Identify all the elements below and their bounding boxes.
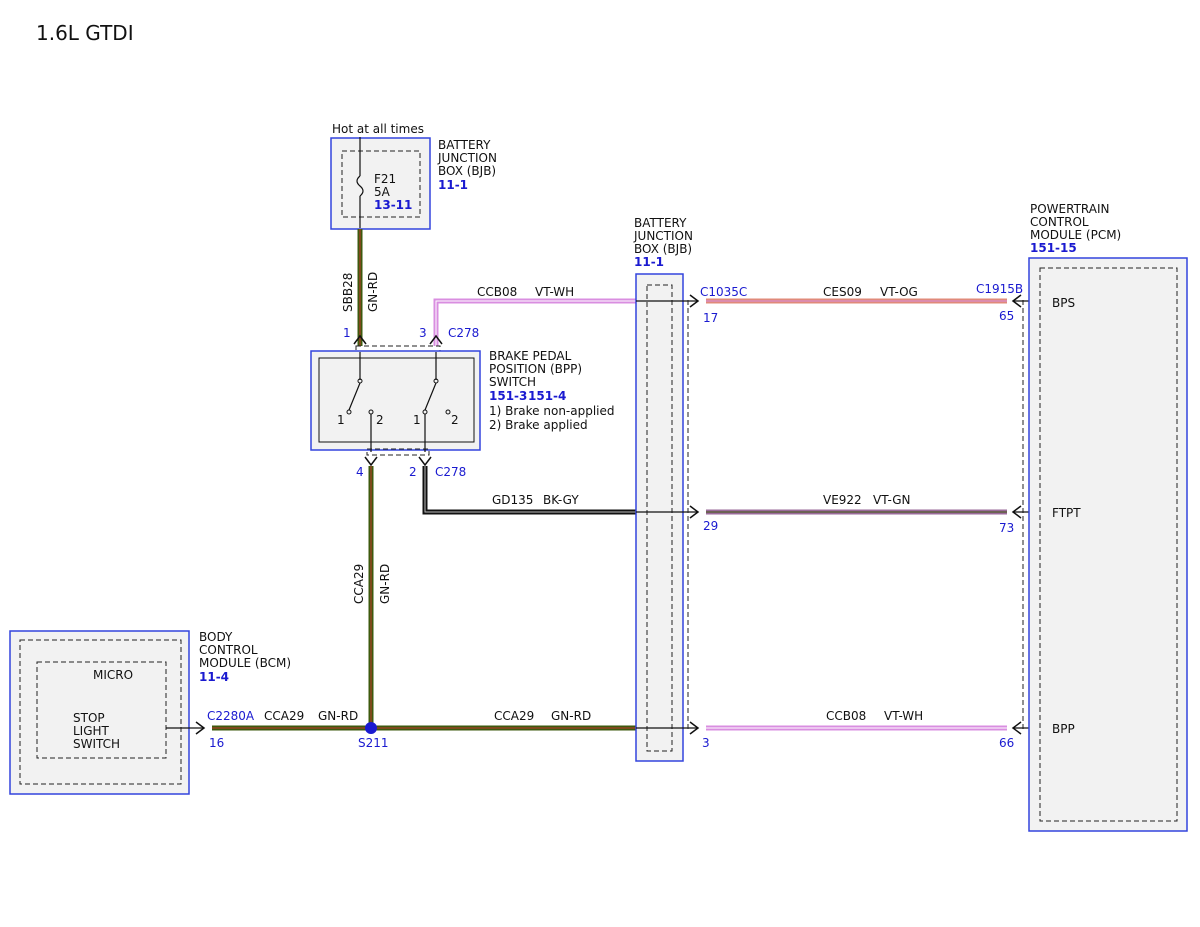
- pin-1-top: 1: [343, 326, 351, 340]
- bpp-ref-a-link[interactable]: 151-3: [489, 389, 527, 403]
- wire-ces09-color: VT-OG: [880, 285, 918, 299]
- pin-3-mid: 3: [702, 736, 710, 750]
- wire-sbb28-color: GN-RD: [366, 272, 380, 312]
- pcm-name-3: MODULE (PCM): [1030, 228, 1121, 242]
- bcm-switch-line-1: STOP: [73, 711, 105, 725]
- pin-17: 17: [703, 311, 718, 325]
- pin-73: 73: [999, 521, 1014, 535]
- wire-ve922-circuit: VE922: [823, 493, 862, 507]
- bjb-mid-name-3: BOX (BJB): [634, 242, 692, 256]
- wire-cca29-vertical-circuit: CCA29: [352, 564, 366, 604]
- bpp-note-1: 1) Brake non-applied: [489, 404, 615, 418]
- wire-cca29-left-circuit: CCA29: [264, 709, 304, 723]
- bjb-mid-box: [635, 273, 684, 762]
- bjb-top-ref-link[interactable]: 11-1: [438, 178, 468, 192]
- bpp-ref-b-link[interactable]: 151-4: [528, 389, 566, 403]
- wire-sbb28-circuit: SBB28: [341, 273, 355, 312]
- bjb-top-name-1: BATTERY: [438, 138, 491, 152]
- pcm-box: [1028, 257, 1188, 832]
- connector-c1035c-label: C1035C: [700, 285, 747, 299]
- wire-ccb08-bottom-color: VT-WH: [884, 709, 923, 723]
- pin-16: 16: [209, 736, 224, 750]
- pcm-signal-ftpt: FTPT: [1052, 506, 1081, 520]
- pin-3-top: 3: [419, 326, 427, 340]
- bjb-mid-name-2: JUNCTION: [633, 229, 693, 243]
- bcm-name-2: CONTROL: [199, 643, 258, 657]
- wire-gd135-color: BK-GY: [543, 493, 579, 507]
- bpp-name-2: POSITION (BPP): [489, 362, 582, 376]
- bpp-switch-box: [310, 350, 481, 451]
- wire-cca29-vertical-color: GN-RD: [378, 564, 392, 604]
- wire-ccb08-top-circuit: CCB08: [477, 285, 517, 299]
- bjb-mid-ref-link[interactable]: 11-1: [634, 255, 664, 269]
- bcm-switch-line-3: SWITCH: [73, 737, 120, 751]
- diagram-title: 1.6L GTDI: [36, 21, 134, 45]
- connector-arrow-pin2: [418, 456, 432, 467]
- bcm-ref-link[interactable]: 11-4: [199, 670, 229, 684]
- pcm-signal-bpp: BPP: [1052, 722, 1075, 736]
- pin-29: 29: [703, 519, 718, 533]
- bcm-micro-label: MICRO: [93, 668, 133, 682]
- pin-4-bottom: 4: [356, 465, 364, 479]
- pin-65: 65: [999, 309, 1014, 323]
- bcm-name-3: MODULE (BCM): [199, 656, 291, 670]
- connector-arrow-pin4: [364, 456, 378, 467]
- pcm-signal-bps: BPS: [1052, 296, 1075, 310]
- fuse-rating: 5A: [374, 185, 391, 199]
- splice-s211-dot: [365, 722, 377, 734]
- bcm-name-1: BODY: [199, 630, 233, 644]
- pin-2-bottom: 2: [409, 465, 417, 479]
- sw2-pos-2: 2: [451, 413, 459, 427]
- wire-ccb08-bottom-circuit: CCB08: [826, 709, 866, 723]
- hot-at-all-times-label: Hot at all times: [332, 122, 424, 136]
- connector-c2280a-label: C2280A: [207, 709, 255, 723]
- wire-ces09-circuit: CES09: [823, 285, 862, 299]
- bjb-mid-name-1: BATTERY: [634, 216, 687, 230]
- connector-c1915b-label: C1915B: [976, 282, 1023, 296]
- pcm-name-1: POWERTRAIN: [1030, 202, 1110, 216]
- wire-cca29-right-circuit: CCA29: [494, 709, 534, 723]
- fuse-ref-link[interactable]: 13-11: [374, 198, 412, 212]
- wire-ve922-color: VT-GN: [873, 493, 910, 507]
- connector-c278-bottom-label: C278: [435, 465, 466, 479]
- wire-ccb08-top-color: VT-WH: [535, 285, 574, 299]
- bjb-top-name-3: BOX (BJB): [438, 164, 496, 178]
- connector-c278-top-label: C278: [448, 326, 479, 340]
- wiring-diagram: 1.6L GTDI Hot at all times F21 5A 13-11 …: [9, 21, 1188, 832]
- pin-66: 66: [999, 736, 1014, 750]
- bpp-name-3: SWITCH: [489, 375, 536, 389]
- splice-s211-label: S211: [358, 736, 389, 750]
- pcm-ref-link[interactable]: 151-15: [1030, 241, 1077, 255]
- wire-cca29-right-color: GN-RD: [551, 709, 591, 723]
- fuse-name: F21: [374, 172, 396, 186]
- bpp-note-2: 2) Brake applied: [489, 418, 588, 432]
- bpp-name-1: BRAKE PEDAL: [489, 349, 572, 363]
- pcm-name-2: CONTROL: [1030, 215, 1089, 229]
- wire-gd135-circuit: GD135: [492, 493, 533, 507]
- wire-cca29-left-color: GN-RD: [318, 709, 358, 723]
- sw2-pos-1: 1: [413, 413, 421, 427]
- sw1-pos-2: 2: [376, 413, 384, 427]
- bjb-top-name-2: JUNCTION: [437, 151, 497, 165]
- bcm-switch-line-2: LIGHT: [73, 724, 110, 738]
- sw1-pos-1: 1: [337, 413, 345, 427]
